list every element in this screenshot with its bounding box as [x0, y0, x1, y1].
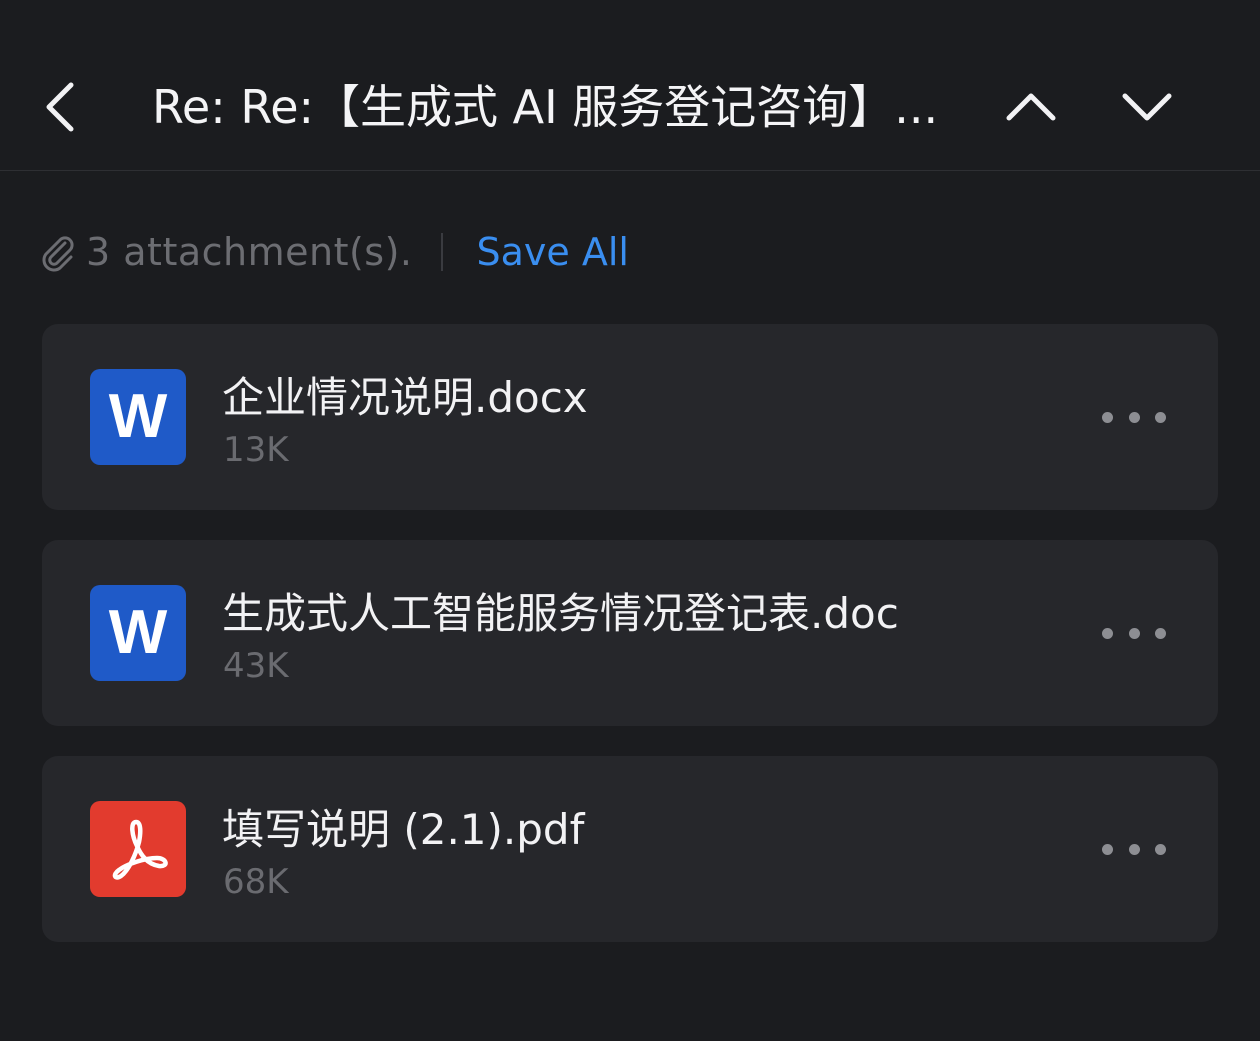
acrobat-logo-icon — [112, 819, 168, 880]
chevron-left-icon — [46, 82, 74, 132]
next-email-button[interactable] — [1112, 72, 1182, 142]
email-subject-title: Re: Re:【生成式 AI 服务登记咨询】... — [152, 80, 939, 134]
attachment-item[interactable]: W 企业情况说明.docx 13K — [42, 324, 1218, 510]
dot — [1128, 843, 1140, 855]
back-button[interactable] — [30, 72, 90, 142]
save-all-button[interactable]: Save All — [477, 230, 629, 274]
dot — [1155, 411, 1166, 423]
chevron-down-icon — [1122, 93, 1172, 121]
more-horizontal-icon — [1102, 843, 1113, 855]
word-document-icon: W — [90, 369, 186, 465]
attachment-name: 企业情况说明.docx — [222, 373, 588, 422]
attachment-size: 68K — [223, 862, 289, 902]
paperclip-icon — [42, 236, 74, 272]
word-document-icon: W — [90, 585, 186, 681]
divider — [440, 233, 443, 271]
more-horizontal-icon — [1102, 627, 1113, 639]
dot — [1128, 411, 1140, 423]
dot — [1155, 843, 1166, 855]
previous-email-button[interactable] — [996, 72, 1066, 142]
more-options-button[interactable] — [1102, 402, 1166, 432]
attachment-name: 填写说明 (2.1).pdf — [222, 805, 585, 854]
more-options-button[interactable] — [1102, 618, 1166, 648]
dot — [1128, 627, 1140, 639]
attachments-header: 3 attachment(s). Save All — [38, 222, 629, 282]
more-horizontal-icon — [1102, 411, 1113, 423]
attachment-size: 13K — [223, 430, 289, 470]
more-options-button[interactable] — [1102, 834, 1166, 864]
attachment-count: 3 attachment(s). — [86, 230, 413, 274]
chevron-up-icon — [1006, 93, 1056, 121]
attachment-item[interactable]: 填写说明 (2.1).pdf 68K — [42, 756, 1218, 942]
pdf-document-icon — [90, 801, 186, 897]
attachment-item[interactable]: W 生成式人工智能服务情况登记表.doc 43K — [42, 540, 1218, 726]
attachment-name: 生成式人工智能服务情况登记表.doc — [222, 589, 899, 638]
dot — [1155, 627, 1166, 639]
navigation-bar: Re: Re:【生成式 AI 服务登记咨询】... — [0, 0, 1260, 171]
attachment-size: 43K — [223, 646, 289, 686]
